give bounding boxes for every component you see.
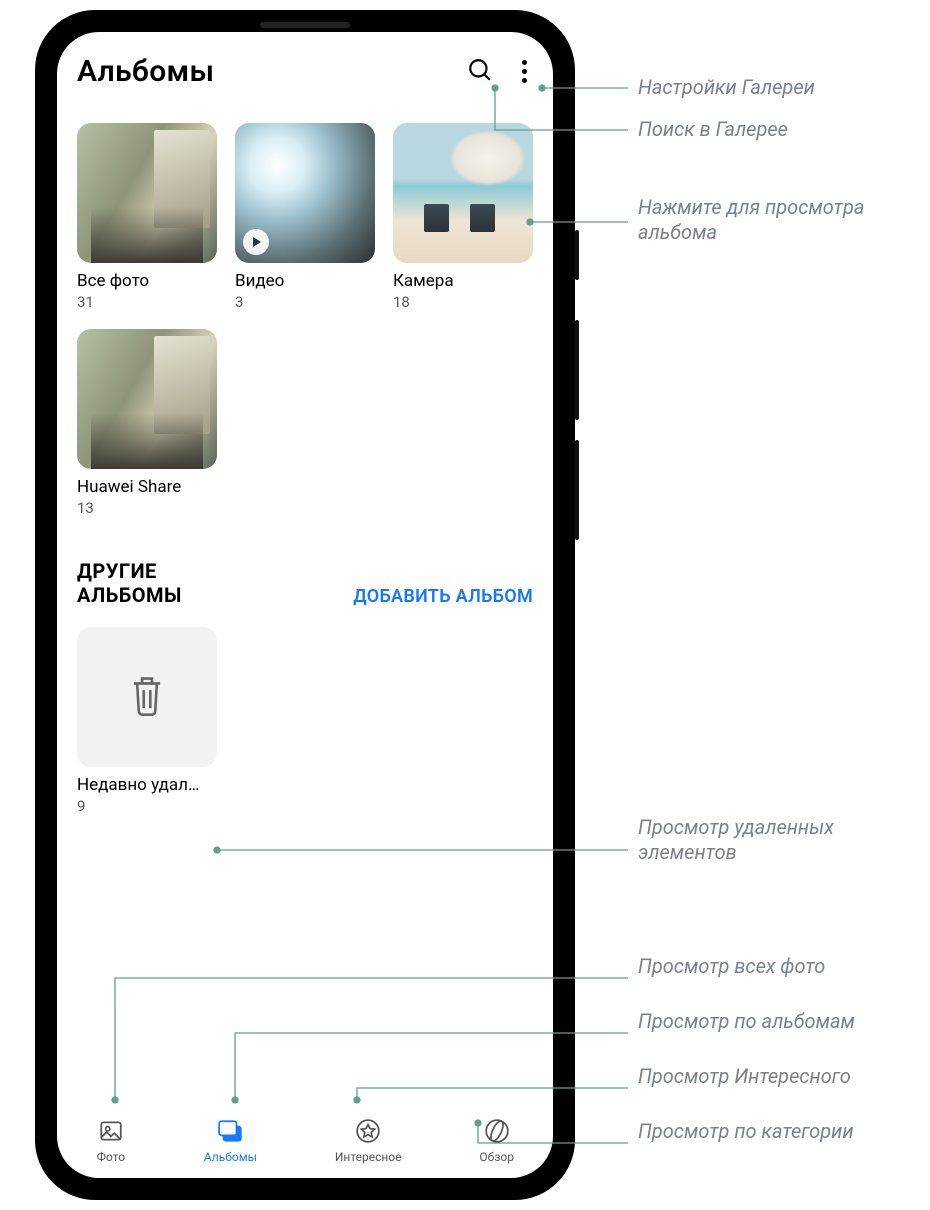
callout-settings: Настройки Галереи	[638, 75, 815, 100]
album-thumbnail	[77, 329, 217, 469]
callout-by-albums: Просмотр по альбомам	[638, 1009, 898, 1034]
album-thumbnail	[393, 123, 533, 263]
page-title: Альбомы	[77, 54, 467, 89]
album-name: Видео	[235, 271, 375, 291]
side-button	[575, 230, 579, 280]
album-all-photos[interactable]: Все фото 31	[77, 123, 217, 311]
callout-view-album: Нажмите для просмотра альбома	[638, 195, 898, 245]
callout-by-category: Просмотр по категории	[638, 1119, 898, 1144]
header: Альбомы	[57, 32, 553, 99]
callout-highlights: Просмотр Интересного	[638, 1064, 898, 1089]
phone-speaker	[260, 22, 350, 28]
callout-all-photos: Просмотр всех фото	[638, 954, 898, 979]
album-count: 18	[393, 293, 533, 311]
album-name: Недавно удал…	[77, 775, 217, 795]
album-thumbnail	[235, 123, 375, 263]
callout-search: Поиск в Галерее	[638, 117, 788, 142]
add-album-button[interactable]: ДОБАВИТЬ АЛЬБОМ	[353, 586, 533, 607]
nav-photos[interactable]: Фото	[96, 1116, 126, 1164]
side-button	[575, 320, 579, 420]
albums-icon	[215, 1116, 245, 1146]
side-button	[575, 440, 579, 540]
album-videos[interactable]: Видео 3	[235, 123, 375, 311]
album-name: Камера	[393, 271, 533, 291]
album-count: 9	[77, 797, 217, 815]
trash-icon	[126, 672, 168, 722]
bottom-nav: Фото Альбомы Интересное Обзор	[57, 1108, 553, 1178]
album-count: 31	[77, 293, 217, 311]
section-title: ДРУГИЕ АЛЬБОМЫ	[77, 559, 247, 607]
album-count: 3	[235, 293, 375, 311]
album-thumbnail	[77, 123, 217, 263]
more-icon[interactable]	[515, 60, 533, 83]
album-grid: Все фото 31 Видео 3 Камера 18	[77, 123, 533, 517]
album-recently-deleted[interactable]: Недавно удал… 9	[77, 627, 217, 815]
section-other-albums: ДРУГИЕ АЛЬБОМЫ ДОБАВИТЬ АЛЬБОМ	[77, 559, 533, 607]
phone-frame: Альбомы Все фото 31	[35, 10, 575, 1200]
star-icon	[353, 1116, 383, 1146]
discover-icon	[482, 1116, 512, 1146]
screen: Альбомы Все фото 31	[57, 32, 553, 1178]
nav-discover[interactable]: Обзор	[479, 1116, 514, 1164]
album-camera[interactable]: Камера 18	[393, 123, 533, 311]
search-icon[interactable]	[467, 57, 493, 87]
album-huawei-share[interactable]: Huawei Share 13	[77, 329, 217, 517]
trash-thumbnail	[77, 627, 217, 767]
nav-label: Фото	[97, 1150, 125, 1164]
nav-albums[interactable]: Альбомы	[204, 1116, 257, 1164]
album-name: Все фото	[77, 271, 217, 291]
nav-highlights[interactable]: Интересное	[335, 1116, 402, 1164]
album-name: Huawei Share	[77, 477, 217, 497]
nav-label: Интересное	[335, 1150, 402, 1164]
album-count: 13	[77, 499, 217, 517]
callout-deleted: Просмотр удаленных элементов	[638, 815, 898, 865]
nav-label: Альбомы	[204, 1150, 257, 1164]
content: Все фото 31 Видео 3 Камера 18	[57, 99, 553, 1108]
play-icon	[243, 229, 269, 255]
header-actions	[467, 57, 533, 87]
nav-label: Обзор	[479, 1150, 514, 1164]
photos-icon	[96, 1116, 126, 1146]
other-album-grid: Недавно удал… 9	[77, 627, 533, 815]
